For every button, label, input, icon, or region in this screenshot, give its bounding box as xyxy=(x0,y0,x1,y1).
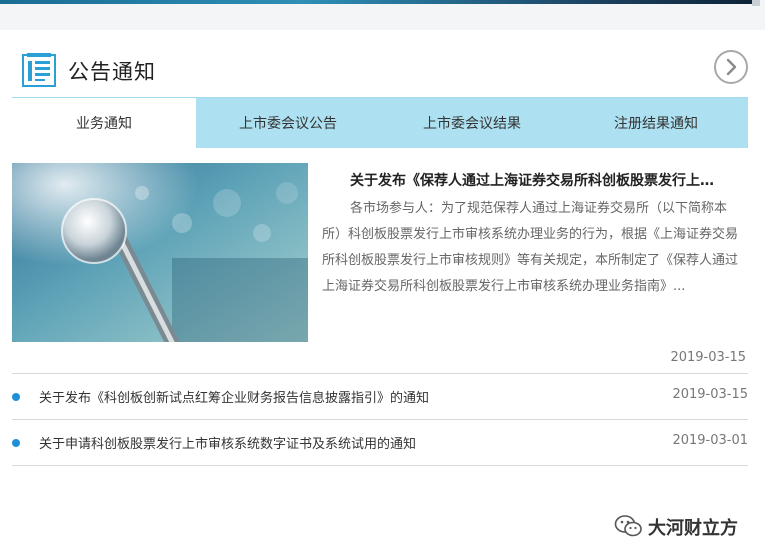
top-banner-corner xyxy=(752,0,760,6)
section-header: 公告通知 xyxy=(12,48,748,92)
section-title: 公告通知 xyxy=(68,60,156,84)
list-item-date: 2019-03-15 xyxy=(672,387,748,402)
tab-committee-meeting-notice[interactable]: 上市委会议公告 xyxy=(196,98,380,148)
list-item-title[interactable]: 关于申请科创板股票发行上市审核系统数字证书及系统试用的通知 xyxy=(39,433,416,452)
tab-registration-results[interactable]: 注册结果通知 xyxy=(564,98,748,148)
tab-committee-meeting-results[interactable]: 上市委会议结果 xyxy=(380,98,564,148)
top-banner-edge xyxy=(0,0,760,4)
microphone-illustration xyxy=(12,163,308,342)
watermark: 大河财立方 xyxy=(614,512,754,542)
watermark-text: 大河财立方 xyxy=(648,518,738,539)
bullet-icon xyxy=(12,393,20,401)
chevron-right-icon xyxy=(726,58,737,76)
featured-title-link[interactable]: 关于发布《保荐人通过上海证券交易所科创板股票发行上… xyxy=(350,170,746,190)
more-button[interactable] xyxy=(714,50,748,84)
top-strip xyxy=(0,0,765,30)
newspaper-icon xyxy=(22,53,56,87)
featured-summary: 各市场参与人：为了规范保荐人通过上海证券交易所（以下简称本所）科创板股票发行上市… xyxy=(322,201,739,294)
divider xyxy=(12,419,748,420)
wechat-icon xyxy=(614,515,642,537)
list-item-title[interactable]: 关于发布《科创板创新试点红筹企业财务报告信息披露指引》的通知 xyxy=(39,387,429,406)
divider xyxy=(12,373,748,374)
list-item[interactable]: 关于申请科创板股票发行上市审核系统数字证书及系统试用的通知 2019-03-01 xyxy=(12,421,748,465)
tab-bar: 业务通知 上市委会议公告 上市委会议结果 注册结果通知 xyxy=(12,97,748,148)
featured-date: 2019-03-15 xyxy=(670,350,746,365)
list-item[interactable]: 关于发布《科创板创新试点红筹企业财务报告信息披露指引》的通知 2019-03-1… xyxy=(12,375,748,419)
tab-business-notice[interactable]: 业务通知 xyxy=(12,98,196,148)
list-item-date: 2019-03-01 xyxy=(672,433,748,448)
divider xyxy=(12,465,748,466)
bullet-icon xyxy=(12,439,20,447)
featured-image[interactable] xyxy=(12,163,308,342)
